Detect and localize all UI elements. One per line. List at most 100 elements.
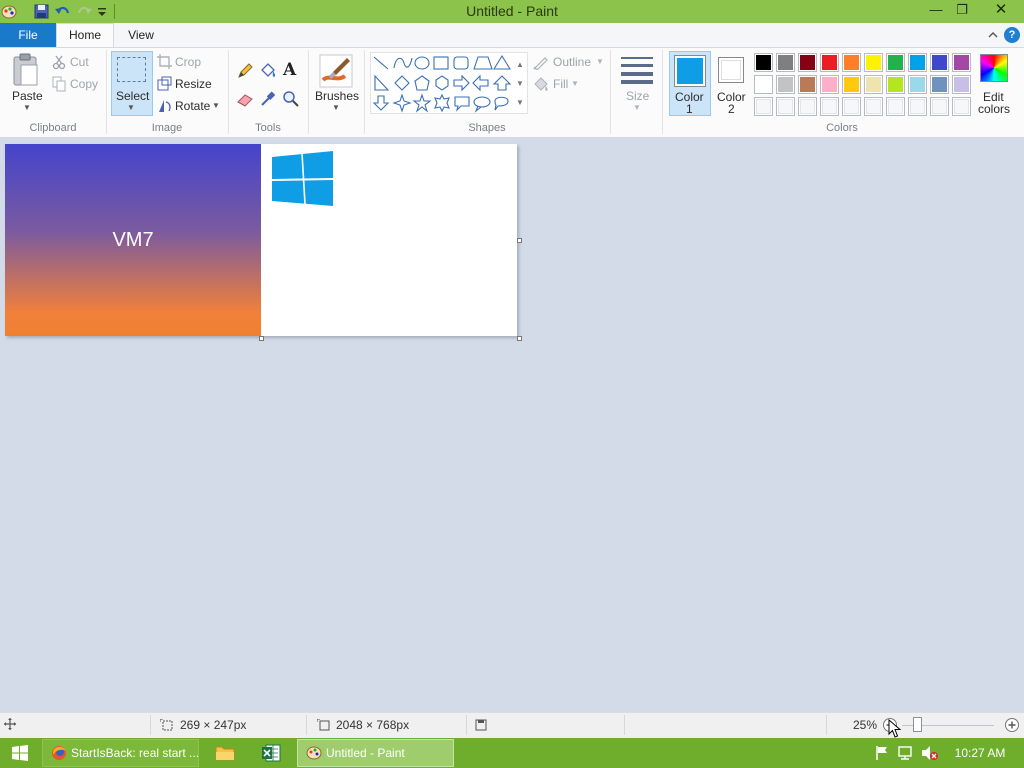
- custom-color-slot[interactable]: [930, 97, 949, 116]
- resize-button[interactable]: Resize: [157, 76, 213, 92]
- shapes-grid[interactable]: [372, 54, 514, 114]
- palette-swatch[interactable]: [776, 53, 795, 72]
- colors-group-label: Colors: [826, 122, 858, 134]
- custom-color-slot[interactable]: [908, 97, 927, 116]
- custom-color-slot[interactable]: [842, 97, 861, 116]
- palette-swatch[interactable]: [908, 75, 927, 94]
- palette-swatch[interactable]: [886, 53, 905, 72]
- resize-handle-corner[interactable]: [517, 336, 522, 341]
- tab-view[interactable]: View: [116, 23, 166, 47]
- palette-swatch[interactable]: [798, 53, 817, 72]
- paste-icon: [13, 53, 38, 86]
- file-explorer-icon[interactable]: [215, 744, 235, 762]
- excel-icon[interactable]: [261, 744, 281, 762]
- zoom-slider-thumb[interactable]: [913, 717, 922, 732]
- fill-bucket-icon: [534, 77, 548, 91]
- copy-label: Copy: [70, 77, 99, 91]
- close-button[interactable]: ✕: [984, 0, 1018, 22]
- brushes-dropdown-icon[interactable]: ▼: [332, 103, 340, 112]
- palette-swatch[interactable]: [776, 75, 795, 94]
- copy-button[interactable]: Copy: [52, 76, 100, 92]
- scroll-up-icon[interactable]: ▲: [515, 55, 525, 74]
- select-dropdown-icon[interactable]: ▼: [127, 103, 135, 112]
- start-button[interactable]: [12, 745, 28, 761]
- tab-file[interactable]: File: [0, 23, 56, 47]
- custom-color-slot[interactable]: [820, 97, 839, 116]
- gallery-expand-icon[interactable]: ▼: [515, 93, 525, 112]
- color2-number: 2: [728, 102, 735, 116]
- tools-group-label: Tools: [255, 122, 281, 134]
- palette-swatch[interactable]: [930, 75, 949, 94]
- customize-quick-access-icon[interactable]: [96, 3, 113, 20]
- windows-logo: [272, 151, 334, 206]
- firefox-icon: [52, 746, 66, 760]
- magnifier-icon[interactable]: [282, 90, 300, 108]
- crop-button[interactable]: Crop: [157, 54, 207, 70]
- palette-swatch[interactable]: [952, 53, 971, 72]
- palette-swatch[interactable]: [930, 53, 949, 72]
- zoom-in-icon[interactable]: [1004, 717, 1020, 733]
- paste-dropdown-icon[interactable]: ▼: [23, 103, 31, 112]
- scroll-down-icon[interactable]: ▼: [515, 74, 525, 93]
- size-dropdown-icon[interactable]: ▼: [633, 103, 641, 112]
- windows-start-icon: [12, 745, 28, 761]
- volume-muted-icon[interactable]: [921, 745, 939, 761]
- palette-swatch[interactable]: [908, 53, 927, 72]
- status-separator: [624, 715, 625, 735]
- eraser-icon[interactable]: [236, 90, 254, 108]
- color2-swatch: [718, 57, 744, 83]
- color-spectrum-icon: [980, 54, 1008, 82]
- text-tool-icon[interactable]: A: [283, 60, 301, 80]
- line-size-icon: [621, 57, 653, 84]
- palette-swatch[interactable]: [820, 75, 839, 94]
- palette-swatch[interactable]: [842, 53, 861, 72]
- rotate-dropdown-icon: ▼: [212, 101, 220, 110]
- cut-button[interactable]: Cut: [52, 54, 96, 70]
- pencil-icon[interactable]: [236, 62, 254, 80]
- palette-swatch[interactable]: [952, 75, 971, 94]
- color-picker-icon[interactable]: [259, 90, 277, 108]
- select-rectangle-icon: [117, 57, 146, 82]
- shapes-scroll[interactable]: ▲ ▼ ▼: [515, 55, 525, 113]
- save-icon[interactable]: [33, 3, 50, 20]
- action-center-flag-icon[interactable]: [874, 745, 890, 761]
- undo-icon[interactable]: [54, 3, 71, 20]
- taskbar-paint-button[interactable]: Untitled - Paint: [297, 739, 454, 767]
- palette-swatch[interactable]: [754, 53, 773, 72]
- fill-button[interactable]: Fill ▼: [533, 76, 583, 92]
- minimize-button[interactable]: —: [922, 0, 950, 22]
- brushes-label: Brushes: [315, 89, 360, 103]
- network-icon[interactable]: [897, 745, 915, 761]
- status-separator: [466, 715, 467, 735]
- outline-button[interactable]: Outline ▼: [533, 54, 605, 70]
- tab-home[interactable]: Home: [56, 23, 114, 48]
- fill-with-color-icon[interactable]: [259, 62, 277, 80]
- color-palette[interactable]: [754, 53, 974, 117]
- palette-swatch[interactable]: [864, 75, 883, 94]
- palette-swatch[interactable]: [820, 53, 839, 72]
- rotate-button[interactable]: Rotate ▼: [157, 98, 221, 114]
- custom-color-slot[interactable]: [798, 97, 817, 116]
- custom-color-slot[interactable]: [864, 97, 883, 116]
- cut-label: Cut: [70, 55, 89, 69]
- palette-swatch[interactable]: [798, 75, 817, 94]
- palette-swatch[interactable]: [864, 53, 883, 72]
- palette-swatch[interactable]: [842, 75, 861, 94]
- select-label: Select: [116, 89, 150, 103]
- paint-app-icon[interactable]: [1, 3, 18, 20]
- group-separator: [308, 50, 309, 134]
- minimize-ribbon-icon[interactable]: [988, 28, 998, 42]
- custom-color-slot[interactable]: [886, 97, 905, 116]
- palette-swatch[interactable]: [886, 75, 905, 94]
- help-icon[interactable]: ?: [1004, 27, 1020, 43]
- taskbar-firefox-button[interactable]: StartIsBack: real start ...: [42, 739, 199, 767]
- custom-color-slot[interactable]: [776, 97, 795, 116]
- palette-swatch[interactable]: [754, 75, 773, 94]
- group-separator: [610, 50, 611, 134]
- redo-icon[interactable]: [76, 3, 93, 20]
- custom-color-slot[interactable]: [754, 97, 773, 116]
- resize-handle-bottom[interactable]: [259, 336, 264, 341]
- resize-handle-right[interactable]: [517, 238, 522, 243]
- restore-button[interactable]: ❐: [948, 0, 976, 22]
- custom-color-slot[interactable]: [952, 97, 971, 116]
